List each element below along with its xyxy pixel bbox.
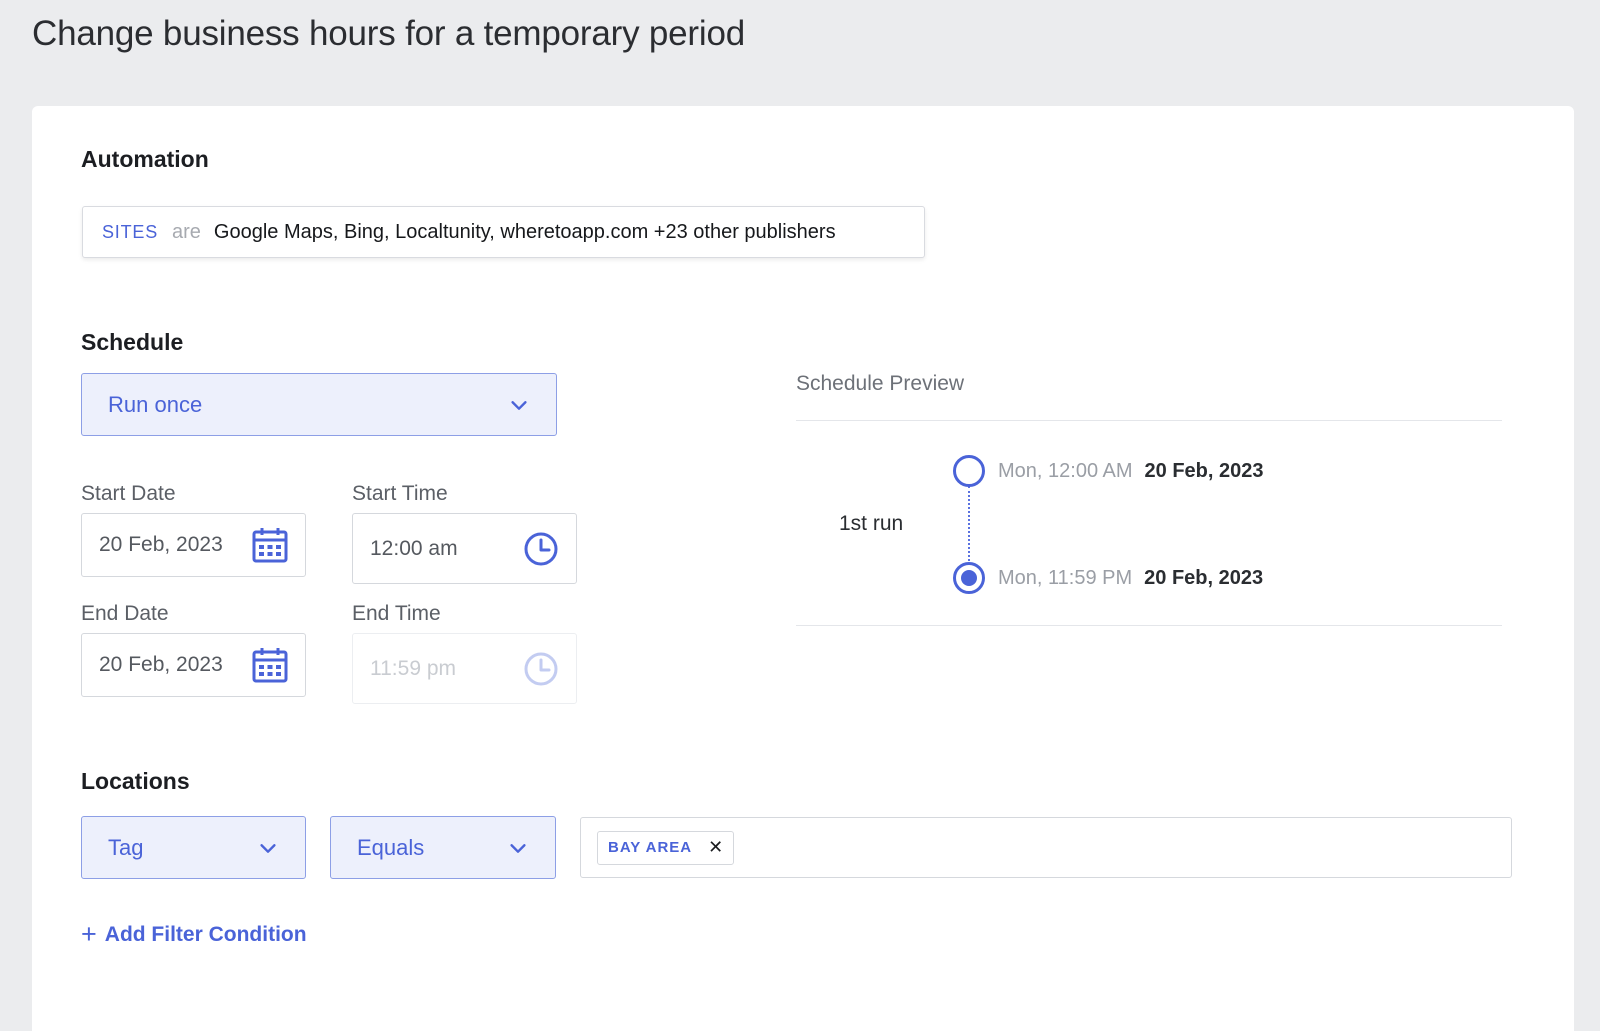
preview-top-divider bbox=[796, 420, 1502, 421]
end-time-field: 11:59 pm bbox=[352, 633, 577, 704]
automation-condition[interactable]: SITES are Google Maps, Bing, Localtunity… bbox=[82, 206, 925, 258]
tag-chip-label: BAY AREA bbox=[608, 839, 693, 856]
chevron-down-icon bbox=[260, 843, 276, 853]
timeline-end-node bbox=[953, 562, 985, 594]
preview-bottom-divider bbox=[796, 625, 1502, 626]
add-filter-label: Add Filter Condition bbox=[104, 922, 307, 946]
start-time-label: Start Time bbox=[352, 482, 448, 505]
calendar-icon[interactable] bbox=[250, 645, 290, 685]
automation-card: Automation SITES are Google Maps, Bing, … bbox=[32, 106, 1574, 1031]
start-date-field[interactable]: 20 Feb, 2023 bbox=[81, 513, 306, 577]
tag-chip: BAY AREA ✕ bbox=[597, 830, 735, 865]
schedule-title: Schedule bbox=[81, 329, 184, 355]
condition-value: Google Maps, Bing, Localtunity, wheretoa… bbox=[213, 220, 836, 243]
schedule-preview-title: Schedule Preview bbox=[796, 372, 965, 395]
clock-icon bbox=[521, 649, 561, 689]
end-date-label: End Date bbox=[81, 602, 169, 625]
page-title: Change business hours for a temporary pe… bbox=[32, 14, 745, 53]
run-start-day: Mon, 12:00 AM bbox=[998, 460, 1133, 482]
condition-key: SITES bbox=[102, 221, 159, 242]
end-time-label: End Time bbox=[352, 602, 441, 625]
run-label: 1st run bbox=[839, 512, 904, 535]
timeline-connector bbox=[968, 486, 970, 561]
frequency-select[interactable]: Run once bbox=[81, 373, 557, 436]
close-icon[interactable]: ✕ bbox=[708, 837, 723, 858]
location-operator-select[interactable]: Equals bbox=[330, 816, 556, 879]
location-field-select[interactable]: Tag bbox=[81, 816, 306, 879]
calendar-icon[interactable] bbox=[250, 525, 290, 565]
automation-title: Automation bbox=[81, 146, 209, 172]
start-time-value: 12:00 am bbox=[370, 536, 458, 560]
run-end-day: Mon, 11:59 PM bbox=[998, 567, 1133, 589]
frequency-value: Run once bbox=[108, 391, 203, 417]
chevron-down-icon bbox=[510, 843, 526, 853]
end-time-value: 11:59 pm bbox=[370, 656, 456, 680]
end-date-field[interactable]: 20 Feb, 2023 bbox=[81, 633, 306, 697]
location-operator-value: Equals bbox=[357, 834, 425, 860]
plus-icon: + bbox=[81, 919, 97, 949]
clock-icon[interactable] bbox=[521, 529, 561, 569]
end-date-value: 20 Feb, 2023 bbox=[99, 653, 223, 676]
run-end: Mon, 11:59 PM 20 Feb, 2023 bbox=[998, 567, 1263, 590]
add-filter-condition-button[interactable]: + Add Filter Condition bbox=[81, 921, 307, 948]
locations-title: Locations bbox=[81, 768, 190, 794]
condition-operator: are bbox=[172, 220, 201, 243]
start-time-field[interactable]: 12:00 am bbox=[352, 513, 577, 584]
start-date-label: Start Date bbox=[81, 482, 176, 505]
run-start: Mon, 12:00 AM 20 Feb, 2023 bbox=[998, 460, 1264, 483]
location-field-value: Tag bbox=[108, 834, 144, 860]
chevron-down-icon bbox=[511, 400, 527, 410]
run-start-date: 20 Feb, 2023 bbox=[1144, 460, 1264, 482]
start-date-value: 20 Feb, 2023 bbox=[99, 533, 223, 556]
timeline-start-node bbox=[953, 455, 985, 487]
run-end-date: 20 Feb, 2023 bbox=[1144, 567, 1264, 589]
location-value-input[interactable]: BAY AREA ✕ bbox=[580, 817, 1512, 878]
